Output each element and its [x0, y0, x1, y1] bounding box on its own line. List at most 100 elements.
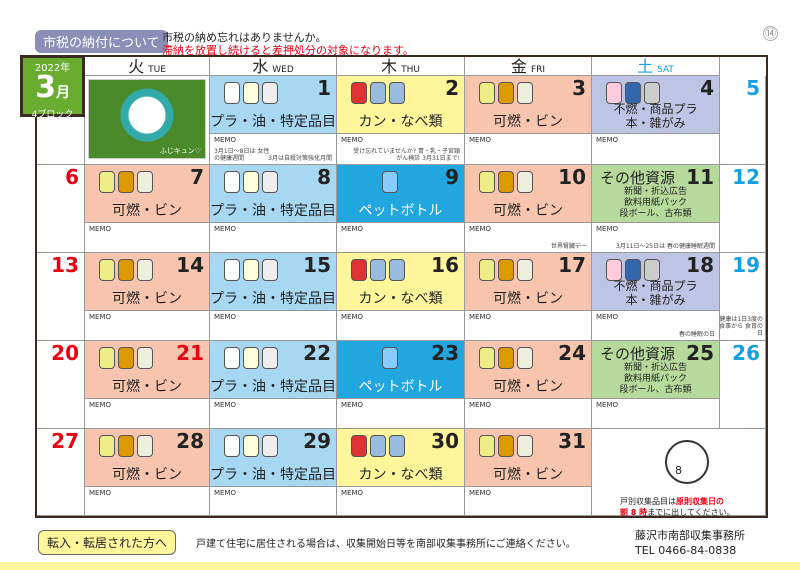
collection-area: 3 可燃・ビン — [465, 76, 591, 134]
garbage-icons — [224, 171, 278, 193]
day-header-tue: 火 TUE — [85, 57, 210, 76]
collection-area: 13 — [37, 253, 84, 340]
item-icon — [498, 171, 514, 193]
memo-area: MEMO — [85, 399, 209, 428]
item-icon — [118, 347, 134, 369]
date-number: 18 — [686, 253, 714, 277]
item-icon — [243, 435, 259, 457]
date-number: 5 — [746, 76, 760, 100]
day-cell: 29 プラ・油・特定品目 MEMO — [210, 429, 337, 516]
day-cell: 23 ペットボトル MEMO — [337, 341, 465, 429]
item-icon — [224, 82, 240, 104]
date-number: 8 — [317, 165, 331, 189]
memo-label: MEMO — [214, 489, 237, 497]
item-icon — [498, 435, 514, 457]
collection-area: 11 その他資源 新聞・折込広告 飲料用紙パック 段ボール、古布類 — [592, 165, 719, 223]
garbage-icons — [382, 171, 398, 193]
category-label: プラ・油・特定品目 — [210, 379, 336, 395]
month-block: 2022年 3月 4ブロック — [20, 55, 85, 120]
day-cell: 16 カン・なべ類 MEMO — [337, 253, 465, 341]
memo-label: MEMO — [89, 225, 112, 233]
item-icon — [370, 82, 386, 104]
item-icon — [137, 347, 153, 369]
tax-notice-badge: 市税の納付について — [35, 30, 168, 53]
block-label: 4ブロック — [31, 110, 74, 120]
memo-area: MEMO 世界腎臓デー — [465, 223, 591, 252]
date-number: 24 — [558, 341, 586, 365]
category-label: 可燃・ビン — [493, 467, 563, 483]
memo-label: MEMO — [469, 313, 492, 321]
day-cell: 8 プラ・油・特定品目 MEMO — [210, 165, 337, 253]
memo-area: MEMO — [85, 487, 209, 515]
event-note: 3月は自殺対策強化月間 — [268, 155, 332, 162]
note-d: までに出してください。 — [647, 508, 735, 517]
item-icon — [262, 82, 278, 104]
garbage-icons — [479, 171, 533, 193]
memo-label: MEMO — [596, 401, 619, 409]
memo-area: MEMO — [210, 311, 336, 340]
memo-area: MEMO — [210, 399, 336, 428]
memo-label: MEMO — [341, 401, 364, 409]
item-icon — [118, 259, 134, 281]
memo-label: MEMO — [469, 225, 492, 233]
memo-label: MEMO — [469, 136, 492, 144]
item-icon — [498, 82, 514, 104]
category-label: プラ・油・特定品目 — [210, 114, 336, 130]
item-icon — [262, 171, 278, 193]
garbage-icons — [99, 171, 153, 193]
collection-area: 16 カン・なべ類 — [337, 253, 464, 311]
item-icon — [351, 259, 367, 281]
office-tel: TEL 0466-84-0838 — [635, 544, 737, 557]
item-icon — [243, 347, 259, 369]
memo-area: MEMO 春の睡眠の日 — [592, 311, 719, 340]
day-header-en: FRI — [530, 65, 546, 75]
garbage-icons — [99, 347, 153, 369]
day-cell: 2 カン・なべ類 MEMO 受け忘れていませんか? 胃・乳・子宮頸がん検診 3月31日… — [337, 76, 465, 165]
memo-area: MEMO — [337, 487, 464, 515]
date-number: 10 — [558, 165, 586, 189]
category-label: カン・なべ類 — [358, 114, 443, 130]
garbage-icons — [351, 259, 405, 281]
category-sub: 新聞・折込広告 — [623, 363, 687, 373]
item-icon — [517, 82, 533, 104]
collection-area: 24 可燃・ビン — [465, 341, 591, 399]
memo-label: MEMO — [596, 313, 619, 321]
date-number: 26 — [732, 341, 760, 365]
item-icon — [243, 259, 259, 281]
category-label: 可燃・ビン — [493, 203, 563, 219]
day-header-fri: 金 FRI — [465, 57, 592, 76]
office-info: 藤沢市南部収集事務所 TEL 0466-84-0838 — [635, 528, 745, 558]
day-cell: 26 — [720, 341, 766, 429]
item-icon — [118, 171, 134, 193]
memo-label: MEMO — [469, 489, 492, 497]
day-cell: 5 — [720, 76, 766, 165]
collection-area: 28 可燃・ビン — [85, 429, 209, 487]
item-icon — [479, 82, 495, 104]
day-header-jp: 木 — [381, 57, 398, 76]
note-b: 原則収集日の — [676, 497, 724, 506]
memo-area: MEMO — [465, 311, 591, 340]
garbage-icons — [351, 435, 405, 457]
memo-area: MEMO — [337, 311, 464, 340]
category-label: その他資源 — [600, 169, 676, 187]
garbage-icons — [382, 347, 398, 369]
month: 3月 — [23, 73, 82, 107]
item-icon — [224, 259, 240, 281]
garbage-icons — [224, 347, 278, 369]
category-label: プラ・油・特定品目 — [210, 467, 336, 483]
memo-label: MEMO — [214, 401, 237, 409]
collection-area: 26 — [720, 341, 765, 428]
garbage-icons — [99, 259, 153, 281]
item-icon — [243, 171, 259, 193]
mascot-image: ふじキュン♡ — [88, 79, 206, 159]
day-cell: 1 プラ・油・特定品目 MEMO 3月1日～8日は 女性の健康週間 3月は自殺対策強化月… — [210, 76, 337, 165]
date-number: 4 — [700, 76, 714, 100]
date-number: 20 — [51, 341, 79, 365]
day-cell: 18 不燃・商品プラ 本・雑がみ MEMO 春の睡眠の日 — [592, 253, 720, 341]
event-note: 春の睡眠の日 — [678, 331, 715, 338]
category-sub: 段ボール、古布類 — [619, 385, 692, 395]
garbage-icons — [224, 435, 278, 457]
category-label: カン・なべ類 — [358, 291, 443, 307]
date-number: 27 — [51, 429, 79, 453]
item-icon — [243, 82, 259, 104]
